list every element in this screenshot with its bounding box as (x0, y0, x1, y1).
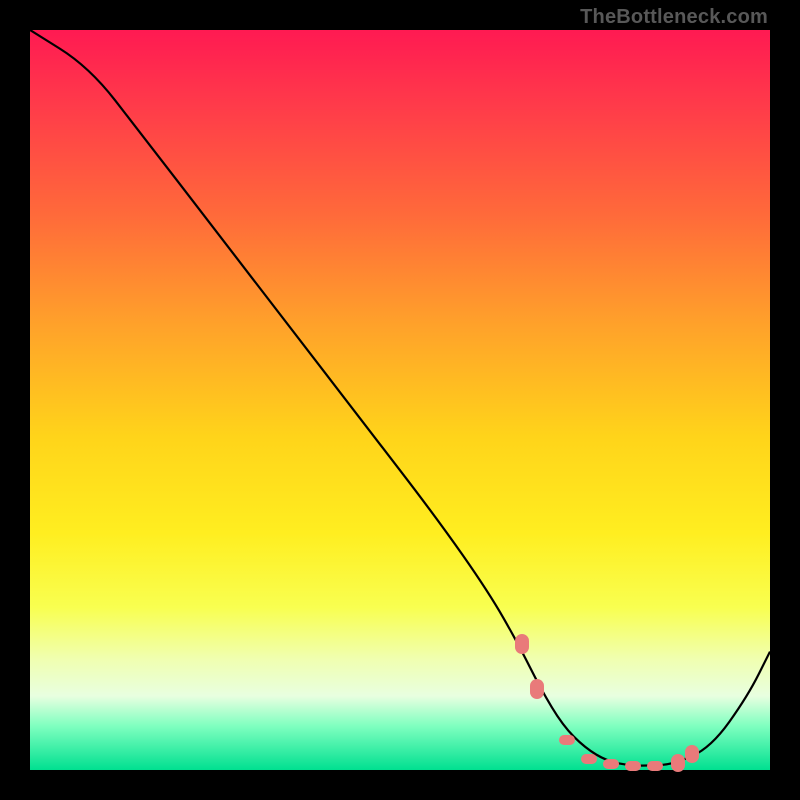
watermark-text: TheBottleneck.com (580, 6, 768, 29)
highlight-marker (685, 745, 699, 763)
highlight-marker (625, 761, 641, 771)
highlight-marker (530, 679, 544, 699)
curve-path (30, 30, 770, 766)
chart-frame: TheBottleneck.com (0, 0, 800, 800)
plot-area (30, 30, 770, 770)
bottleneck-curve (30, 30, 770, 770)
highlight-marker (515, 634, 529, 654)
highlight-marker (581, 754, 597, 764)
highlight-marker (603, 759, 619, 769)
highlight-marker (647, 761, 663, 771)
highlight-marker (559, 735, 575, 745)
highlight-marker (671, 754, 685, 772)
